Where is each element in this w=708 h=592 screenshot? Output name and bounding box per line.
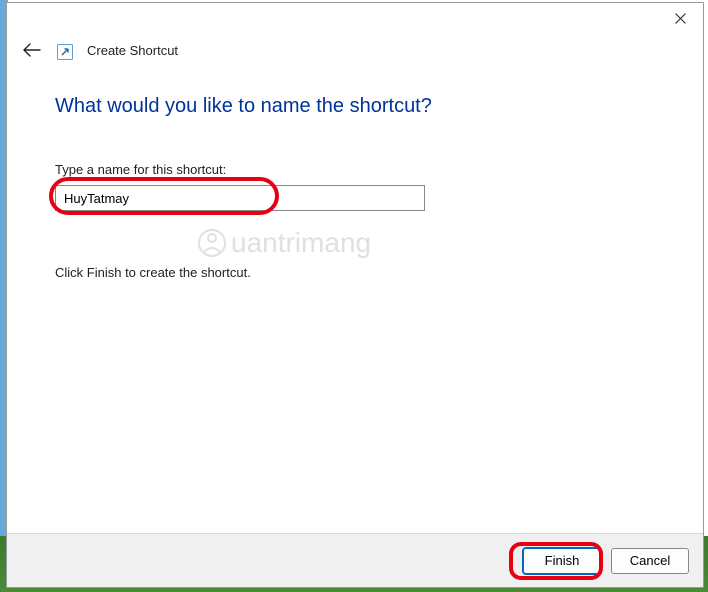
dialog-header: Create Shortcut (7, 33, 703, 61)
shortcut-name-input-wrap (55, 185, 425, 211)
instruction-text: Click Finish to create the shortcut. (55, 265, 663, 280)
back-button[interactable] (21, 39, 43, 61)
page-heading: What would you like to name the shortcut… (55, 95, 663, 118)
shortcut-icon (57, 44, 73, 60)
dialog-title: Create Shortcut (87, 43, 178, 58)
dialog-footer: Finish Cancel (7, 533, 703, 587)
cancel-button[interactable]: Cancel (611, 548, 689, 574)
back-arrow-icon (23, 43, 41, 57)
close-icon (675, 13, 686, 24)
dialog-content: What would you like to name the shortcut… (7, 61, 703, 533)
titlebar (7, 3, 703, 33)
close-button[interactable] (657, 3, 703, 33)
watermark-text: uantrimang (231, 227, 371, 259)
input-label: Type a name for this shortcut: (55, 162, 663, 177)
create-shortcut-dialog: Create Shortcut What would you like to n… (6, 2, 704, 588)
shortcut-name-input[interactable] (55, 185, 425, 211)
watermark: uantrimang (197, 227, 371, 259)
finish-button[interactable]: Finish (523, 548, 601, 574)
watermark-icon (197, 228, 227, 258)
